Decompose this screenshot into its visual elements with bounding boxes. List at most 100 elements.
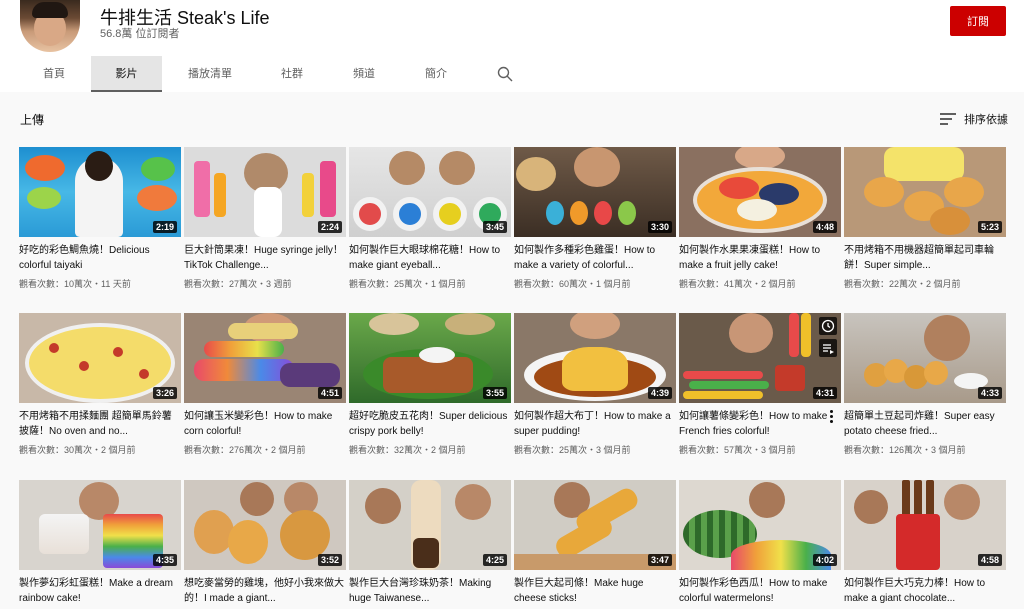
channel-avatar[interactable]	[20, 0, 80, 52]
video-title[interactable]: 超好吃脆皮五花肉！Super delicious crispy pork bel…	[349, 409, 511, 439]
video-card[interactable]: 3:47 製作巨大起司條！Make huge cheese sticks!	[514, 480, 676, 606]
video-duration: 4:51	[317, 387, 342, 399]
more-vert-icon[interactable]	[828, 410, 834, 424]
video-meta: 觀看次數：126萬次・3 個月前	[844, 445, 966, 455]
tab-videos[interactable]: 影片	[91, 56, 162, 92]
video-thumbnail[interactable]: 4:02	[679, 480, 841, 570]
video-duration: 3:47	[647, 554, 672, 566]
video-thumbnail[interactable]: 3:30	[514, 147, 676, 237]
video-card[interactable]: 4:39 如何製作超大布丁！How to make a super puddin…	[514, 313, 676, 456]
video-card[interactable]: 3:26 不用烤箱不用揉麵團 超簡單馬鈴薯披薩！No oven and no..…	[19, 313, 181, 456]
video-duration: 3:45	[482, 221, 507, 233]
video-card[interactable]: 2:24 巨大針筒果凍！Huge syringe jelly！TikTok Ch…	[184, 147, 346, 290]
video-duration: 4:58	[977, 554, 1002, 566]
video-meta: 觀看次數：32萬次・2 個月前	[349, 445, 466, 455]
video-title[interactable]: 製作巨大台灣珍珠奶茶！Making huge Taiwanese...	[349, 576, 511, 606]
video-card[interactable]: 3:30 如何製作多種彩色雞蛋！How to make a variety of…	[514, 147, 676, 290]
tab-playlists[interactable]: 播放清單	[176, 56, 244, 92]
tab-home[interactable]: 首頁	[24, 56, 84, 92]
video-duration: 2:19	[152, 221, 177, 233]
video-title[interactable]: 好吃的彩色鯛魚燒！Delicious colorful taiyaki	[19, 243, 181, 273]
video-thumbnail[interactable]: 2:24	[184, 147, 346, 237]
avatar-hair	[32, 2, 68, 18]
video-thumbnail[interactable]: 4:33	[844, 313, 1006, 403]
video-meta: 觀看次數：25萬次・1 個月前	[349, 279, 466, 289]
video-title[interactable]: 超簡單土豆起司炸雞！Super easy potato cheese fried…	[844, 409, 1006, 439]
video-thumbnail[interactable]: 4:48	[679, 147, 841, 237]
video-thumbnail[interactable]: 3:45	[349, 147, 511, 237]
video-thumbnail[interactable]: 3:26	[19, 313, 181, 403]
channel-tabs: 首頁 影片 播放清單 社群 頻道 簡介	[0, 56, 1024, 92]
video-title[interactable]: 不用烤箱不用揉麵團 超簡單馬鈴薯披薩！No oven and no...	[19, 409, 181, 439]
video-thumbnail[interactable]: 4:35	[19, 480, 181, 570]
video-duration: 4:35	[152, 554, 177, 566]
video-meta: 觀看次數：60萬次・1 個月前	[514, 279, 631, 289]
video-card[interactable]: 4:48 如何製作水果果凍蛋糕！How to make a fruit jell…	[679, 147, 841, 290]
video-duration: 3:30	[647, 221, 672, 233]
video-meta: 觀看次數：22萬次・2 個月前	[844, 279, 961, 289]
video-card[interactable]: 3:55 超好吃脆皮五花肉！Super delicious crispy por…	[349, 313, 511, 456]
video-title[interactable]: 如何製作水果果凍蛋糕！How to make a fruit jelly cak…	[679, 243, 841, 273]
video-thumbnail[interactable]: 3:55	[349, 313, 511, 403]
video-title[interactable]: 如何製作巨大巧克力棒！How to make a giant chocolate…	[844, 576, 1006, 606]
video-card[interactable]: 4:02 如何製作彩色西瓜！How to make colorful water…	[679, 480, 841, 606]
video-thumbnail[interactable]: 4:51	[184, 313, 346, 403]
channel-header: 牛排生活 Steak's Life 56.8萬 位訂閱者 訂閱 首頁 影片 播放…	[0, 0, 1024, 92]
video-card[interactable]: 3:52 想吃麥當勞的雞塊，他好小我來做大的！I made a giant...	[184, 480, 346, 606]
video-duration: 3:52	[317, 554, 342, 566]
video-thumbnail[interactable]: 3:52	[184, 480, 346, 570]
tab-community[interactable]: 社群	[262, 56, 322, 92]
video-thumbnail[interactable]: 3:47	[514, 480, 676, 570]
video-card[interactable]: 4:25 製作巨大台灣珍珠奶茶！Making huge Taiwanese...	[349, 480, 511, 606]
video-meta: 觀看次數：276萬次・2 個月前	[184, 445, 306, 455]
video-meta: 觀看次數：27萬次・3 週前	[184, 279, 292, 289]
video-duration: 4:48	[812, 221, 837, 233]
video-meta: 觀看次數：10萬次・11 天前	[19, 279, 131, 289]
video-card[interactable]: 4:31 如何讓薯條變彩色！How to make French fries c…	[679, 313, 841, 456]
sort-icon	[940, 113, 956, 125]
video-card[interactable]: 4:33 超簡單土豆起司炸雞！Super easy potato cheese …	[844, 313, 1006, 456]
video-title[interactable]: 如何製作多種彩色雞蛋！How to make a variety of colo…	[514, 243, 676, 273]
video-title[interactable]: 如何讓玉米變彩色！How to make corn colorful!	[184, 409, 346, 439]
video-title[interactable]: 製作夢幻彩虹蛋糕！Make a dream rainbow cake!	[19, 576, 181, 606]
video-meta: 觀看次數：30萬次・2 個月前	[19, 445, 136, 455]
video-thumbnail[interactable]: 4:25	[349, 480, 511, 570]
tab-about[interactable]: 簡介	[406, 56, 466, 92]
video-thumbnail[interactable]: 2:19	[19, 147, 181, 237]
video-title[interactable]: 不用烤箱不用機器超簡單起司車輪餅！Super simple...	[844, 243, 1006, 273]
video-meta: 觀看次數：41萬次・2 個月前	[679, 279, 796, 289]
video-card[interactable]: 5:23 不用烤箱不用機器超簡單起司車輪餅！Super simple... 觀看…	[844, 147, 1006, 290]
video-title[interactable]: 想吃麥當勞的雞塊，他好小我來做大的！I made a giant...	[184, 576, 346, 606]
video-thumbnail[interactable]: 4:39	[514, 313, 676, 403]
subscriber-count: 56.8萬 位訂閱者	[100, 28, 180, 40]
video-title[interactable]: 巨大針筒果凍！Huge syringe jelly！TikTok Challen…	[184, 243, 346, 273]
video-title[interactable]: 製作巨大起司條！Make huge cheese sticks!	[514, 576, 676, 606]
video-title[interactable]: 如何製作巨大眼球棉花糖！How to make giant eyeball...	[349, 243, 511, 273]
video-meta: 觀看次數：25萬次・3 個月前	[514, 445, 631, 455]
sort-label: 排序依據	[964, 114, 1008, 126]
video-card[interactable]: 3:45 如何製作巨大眼球棉花糖！How to make giant eyeba…	[349, 147, 511, 290]
video-thumbnail[interactable]: 4:58	[844, 480, 1006, 570]
video-thumbnail[interactable]: 4:31	[679, 313, 841, 403]
add-to-queue-icon[interactable]	[819, 339, 837, 357]
video-card[interactable]: 4:58 如何製作巨大巧克力棒！How to make a giant choc…	[844, 480, 1006, 606]
video-title[interactable]: 如何讓薯條變彩色！How to make French fries colorf…	[679, 409, 841, 439]
video-card[interactable]: 4:51 如何讓玉米變彩色！How to make corn colorful!…	[184, 313, 346, 456]
section-title: 上傳	[20, 113, 45, 127]
subscribe-button[interactable]: 訂閱	[950, 6, 1006, 36]
video-duration: 4:33	[977, 387, 1002, 399]
video-duration: 2:24	[317, 221, 342, 233]
video-duration: 4:39	[647, 387, 672, 399]
video-duration: 3:55	[482, 387, 507, 399]
video-card[interactable]: 4:35 製作夢幻彩虹蛋糕！Make a dream rainbow cake!	[19, 480, 181, 606]
video-thumbnail[interactable]: 5:23	[844, 147, 1006, 237]
video-duration: 4:02	[812, 554, 837, 566]
video-title[interactable]: 如何製作超大布丁！How to make a super pudding!	[514, 409, 676, 439]
video-title[interactable]: 如何製作彩色西瓜！How to make colorful watermelon…	[679, 576, 841, 606]
watch-later-icon[interactable]	[819, 317, 837, 335]
video-duration: 4:25	[482, 554, 507, 566]
search-icon[interactable]	[497, 66, 513, 82]
video-card[interactable]: 2:19 好吃的彩色鯛魚燒！Delicious colorful taiyaki…	[19, 147, 181, 290]
tab-channels[interactable]: 頻道	[334, 56, 394, 92]
video-duration: 3:26	[152, 387, 177, 399]
